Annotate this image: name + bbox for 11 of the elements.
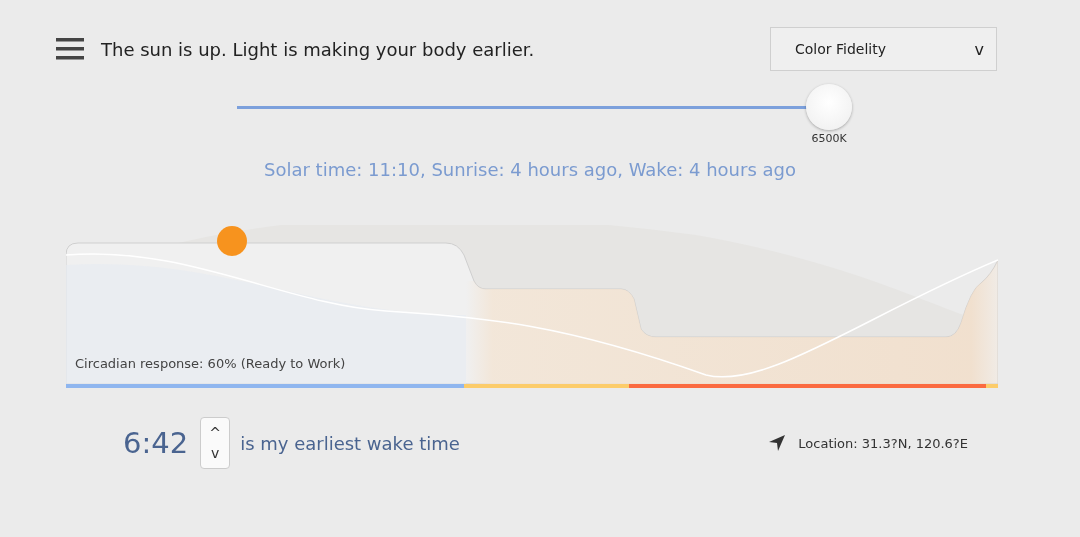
status-message: The sun is up. Light is making your body earlier. [101, 38, 536, 60]
increase-button[interactable]: ^ [209, 423, 221, 443]
solar-info: Solar time: 11:10, Sunrise: 4 hours ago, Wake: 4 hours ago [264, 159, 796, 180]
location-text: Location: 31.3?N, 120.6?E [798, 435, 968, 451]
wake-time: 6:42 [123, 426, 189, 460]
decrease-button[interactable]: v [210, 443, 220, 463]
time-stepper[interactable]: ^ v [200, 417, 231, 469]
temperature-reading: 6500K [810, 132, 848, 147]
mode-dropdown[interactable]: Color Fidelity v [770, 27, 997, 71]
wake-time-label: is my earliest wake time [240, 432, 460, 454]
circadian-response-text: Circadian response: 60% (Ready to Work) [75, 356, 346, 371]
